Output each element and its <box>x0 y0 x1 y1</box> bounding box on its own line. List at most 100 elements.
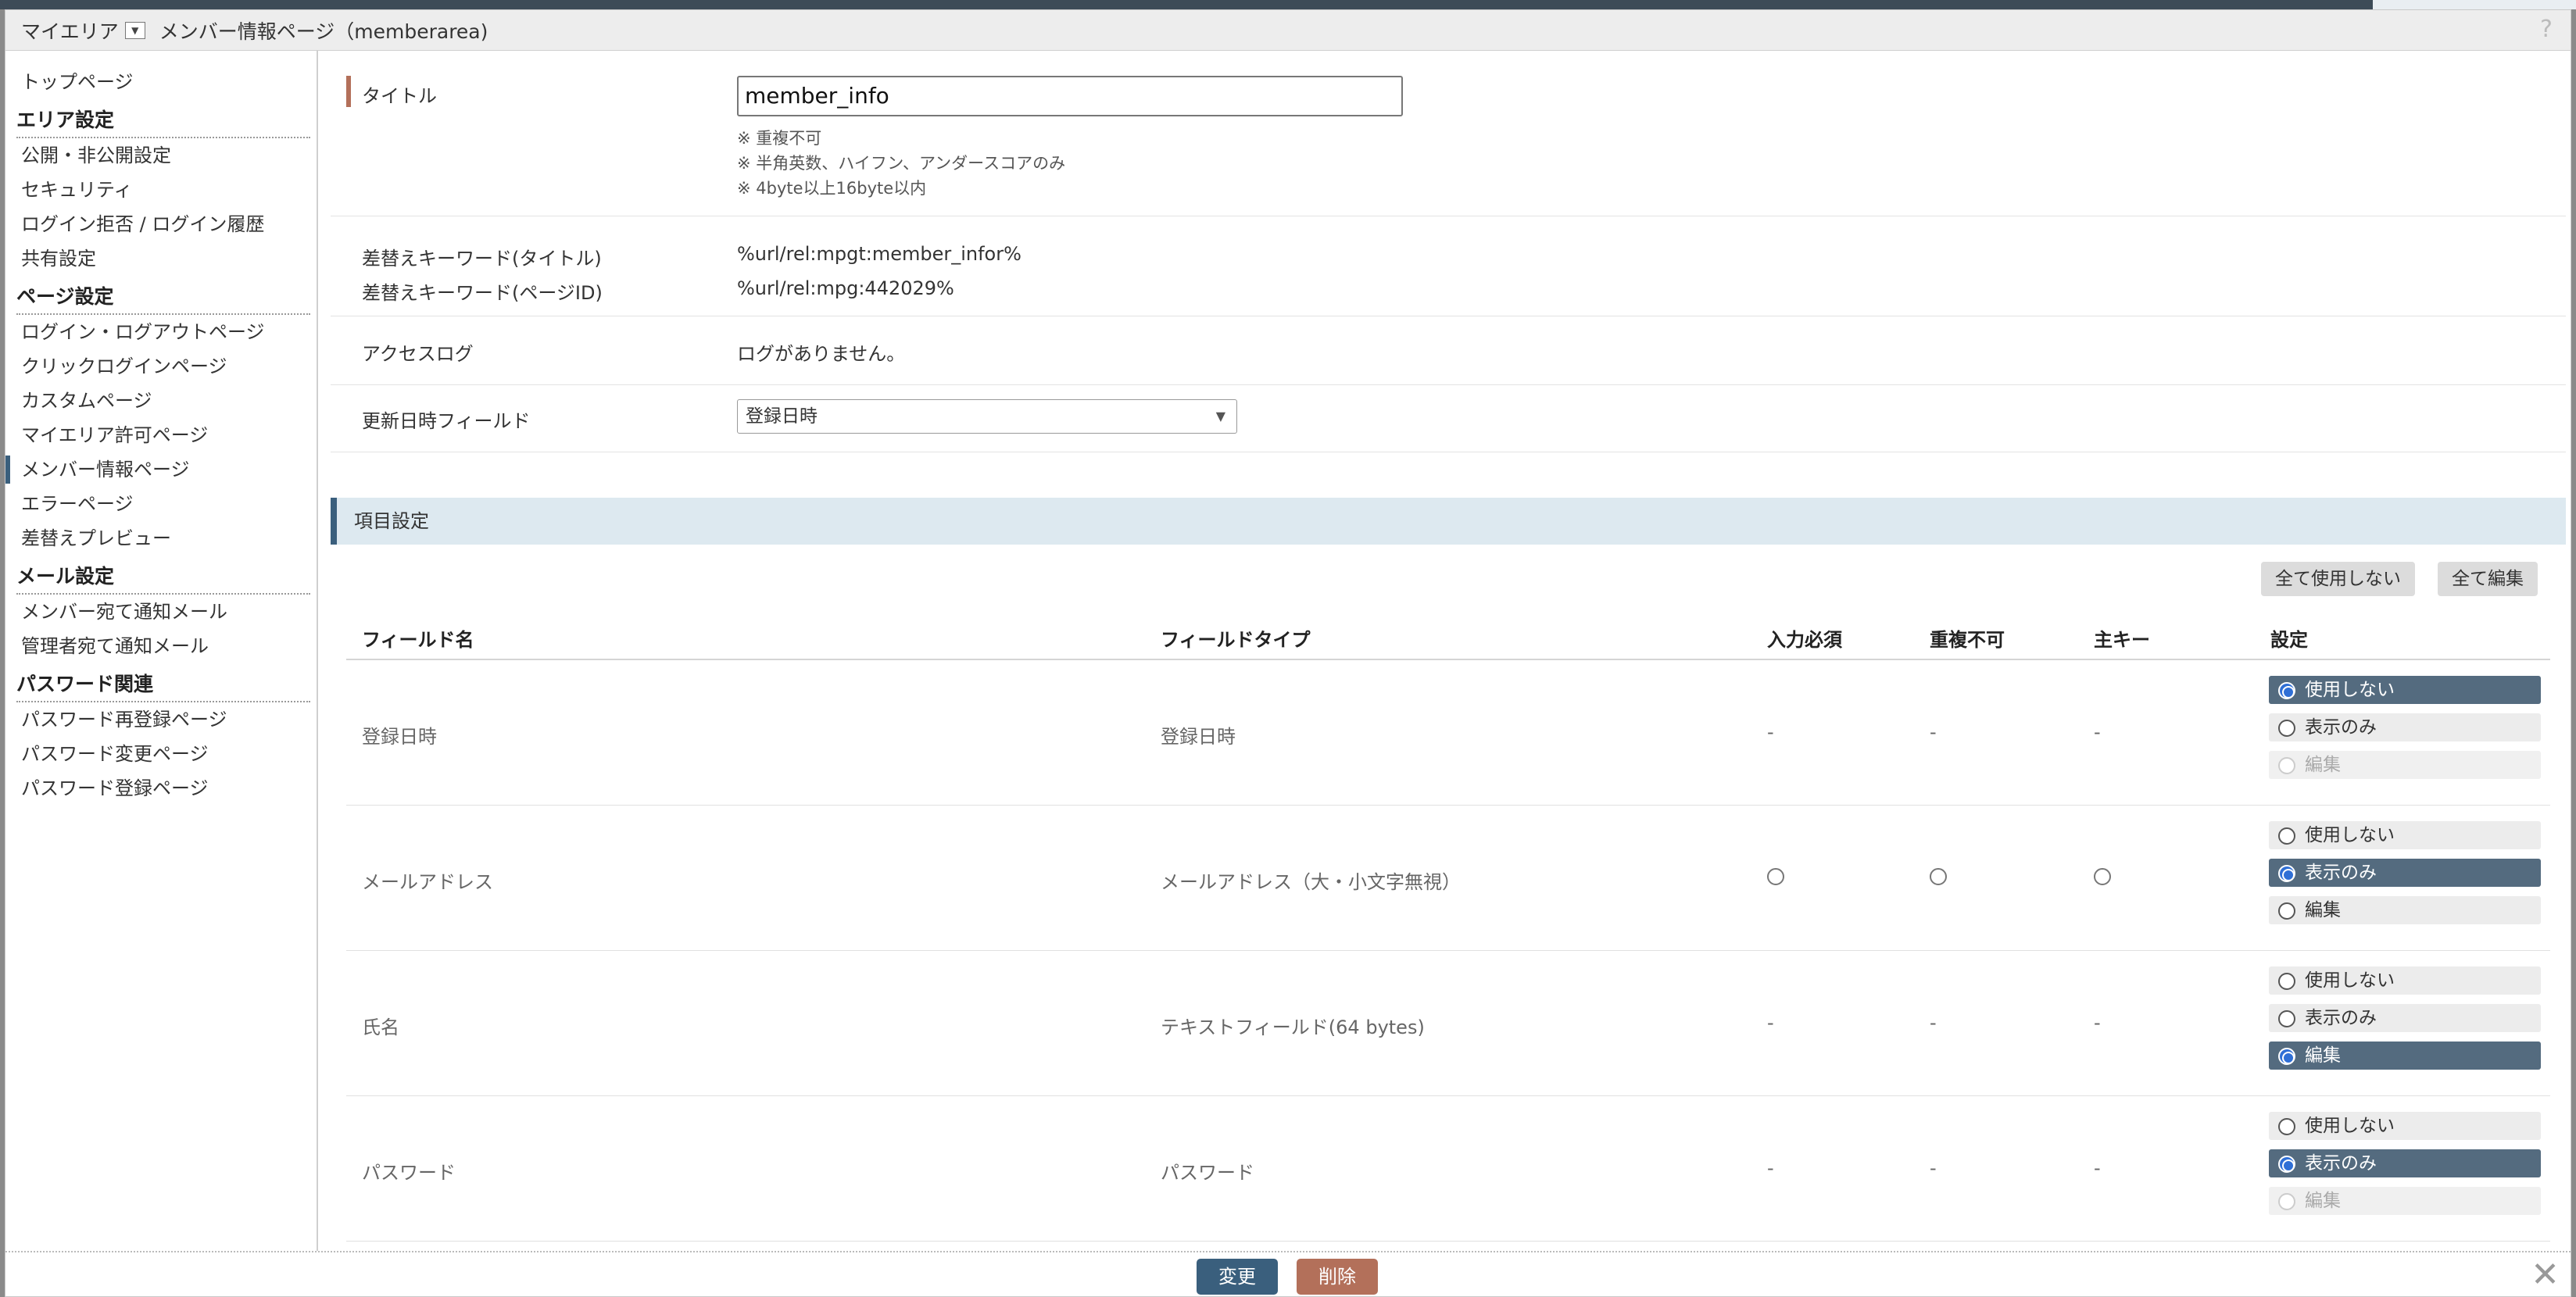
sidebar-item[interactable]: メンバー宛て通知メール <box>5 595 317 629</box>
setting-option-radio[interactable]: 使用しない <box>2269 1112 2541 1140</box>
kw-id-label: 差替えキーワード(ページID) <box>362 282 603 304</box>
items-table-header: フィールド名 フィールドタイプ 入力必須 重複不可 主キー 設定 <box>346 612 2550 660</box>
sidebar-item[interactable]: パスワード登録ページ <box>5 771 317 806</box>
access-log-label: アクセスログ <box>362 343 474 365</box>
radio-icon <box>2278 827 2295 845</box>
help-icon[interactable]: ? <box>2533 16 2560 43</box>
title-input[interactable]: member_info <box>737 76 1403 116</box>
radio-icon <box>2278 720 2295 737</box>
cell-required: - <box>1767 1012 1774 1034</box>
setting-option-radio[interactable]: 使用しない <box>2269 676 2541 704</box>
cell-unique: - <box>1930 721 1937 743</box>
sidebar-item[interactable]: クリックログインページ <box>5 349 317 384</box>
page-title: メンバー情報ページ（memberarea) <box>159 20 488 43</box>
note-line: ※ 半角英数、ハイフン、アンダースコアのみ <box>737 154 1066 173</box>
sidebar-item[interactable]: 共有設定 <box>5 241 317 276</box>
radio-icon <box>2278 1193 2295 1210</box>
kw-id-value: %url/rel:mpg:442029% <box>737 277 954 299</box>
circle-icon <box>1767 868 1784 885</box>
setting-option-radio[interactable]: 表示のみ <box>2269 1149 2541 1177</box>
sidebar-section-title: エリア設定 <box>16 102 310 138</box>
setting-option-radio[interactable]: 表示のみ <box>2269 1004 2541 1032</box>
cell-unique: - <box>1930 1157 1937 1179</box>
cell-name: 氏名 <box>362 1017 399 1038</box>
cell-primary: - <box>2094 1157 2101 1179</box>
cell-primary: - <box>2094 721 2101 743</box>
radio-icon <box>2278 902 2295 920</box>
sidebar-item[interactable]: メンバー情報ページ <box>5 452 317 487</box>
area-dropdown-button[interactable]: ▼ <box>124 21 145 39</box>
sidebar-item[interactable]: 公開・非公開設定 <box>5 138 317 173</box>
delete-button[interactable]: 削除 <box>1297 1259 1378 1295</box>
sidebar-section-title: ページ設定 <box>16 279 310 315</box>
sidebar-item[interactable]: エラーページ <box>5 487 317 521</box>
sidebar-item[interactable]: カスタムページ <box>5 384 317 418</box>
option-label: 編集 <box>2305 1045 2341 1066</box>
kw-title-label: 差替えキーワード(タイトル) <box>362 248 602 270</box>
sidebar-item[interactable]: ログイン・ログアウトページ <box>5 315 317 349</box>
cell-unique: - <box>1930 1012 1937 1034</box>
col-setting: 設定 <box>2270 629 2308 651</box>
setting-option-radio[interactable]: 編集 <box>2269 896 2541 924</box>
sidebar-item-top[interactable]: トップページ <box>5 65 317 99</box>
cell-primary: - <box>2094 1012 2101 1034</box>
option-label: 使用しない <box>2305 680 2395 700</box>
table-row: メールアドレス メールアドレス（大・小文字無視） 使用しない 表示のみ 編集 <box>346 806 2550 951</box>
circle-mark-icon <box>1767 868 1784 890</box>
setting-option-radio[interactable]: 表示のみ <box>2269 859 2541 887</box>
sidebar-item[interactable]: マイエリア許可ページ <box>5 418 317 452</box>
cell-name: メールアドレス <box>362 871 493 893</box>
setting-option-radio[interactable]: 編集 <box>2269 1042 2541 1070</box>
cell-type: 登録日時 <box>1161 726 1236 748</box>
radio-icon <box>2278 1048 2295 1065</box>
setting-option-radio[interactable]: 表示のみ <box>2269 713 2541 741</box>
title-label: タイトル <box>362 85 437 107</box>
update-field-row: 更新日時フィールド 登録日時 ▼ <box>331 385 2566 452</box>
option-label: 編集 <box>2305 900 2341 920</box>
radio-icon <box>2278 1118 2295 1135</box>
all-edit-button[interactable]: 全て編集 <box>2438 562 2538 596</box>
cell-type: パスワード <box>1161 1162 1254 1184</box>
col-primary: 主キー <box>2094 629 2150 651</box>
note-line: ※ 重複不可 <box>737 129 822 148</box>
col-unique: 重複不可 <box>1930 629 2005 651</box>
update-field-value: 登録日時 <box>746 406 818 427</box>
chevron-down-icon: ▼ <box>131 24 139 36</box>
dialog-header: マイエリア ▼ メンバー情報ページ（memberarea) ? <box>5 10 2571 51</box>
cell-required: - <box>1767 721 1774 743</box>
sidebar-item[interactable]: 管理者宛て通知メール <box>5 629 317 663</box>
cell-name: パスワード <box>362 1162 456 1184</box>
radio-icon <box>2278 973 2295 990</box>
setting-option-radio[interactable]: 使用しない <box>2269 821 2541 849</box>
option-label: 表示のみ <box>2305 863 2377 883</box>
setting-option-radio[interactable]: 使用しない <box>2269 966 2541 995</box>
sidebar-item[interactable]: ログイン拒否 / ログイン履歴 <box>5 207 317 241</box>
change-button[interactable]: 変更 <box>1197 1259 1278 1295</box>
col-required: 入力必須 <box>1767 629 1842 651</box>
circle-mark-icon <box>2094 868 2111 890</box>
circle-icon <box>1930 868 1947 885</box>
radio-icon <box>2278 757 2295 774</box>
sidebar-item[interactable]: パスワード変更ページ <box>5 737 317 771</box>
keyword-row: 差替えキーワード(タイトル) %url/rel:mpgt:member_info… <box>331 216 2566 316</box>
option-label: 表示のみ <box>2305 1153 2377 1174</box>
option-label: 使用しない <box>2305 970 2395 991</box>
area-label: マイエリア <box>21 20 119 43</box>
background-app-strip <box>0 0 2576 9</box>
main-content: タイトル member_info ※ 重複不可 ※ 半角英数、ハイフン、アンダー… <box>331 51 2566 1252</box>
sidebar-item[interactable]: 差替えプレビュー <box>5 521 317 556</box>
update-field-select[interactable]: 登録日時 ▼ <box>737 399 1237 434</box>
background-app-right <box>2373 0 2576 9</box>
cell-name: 登録日時 <box>362 726 437 748</box>
sidebar-item[interactable]: セキュリティ <box>5 173 317 207</box>
close-icon[interactable]: ✕ <box>2531 1256 2560 1295</box>
col-field-name: フィールド名 <box>362 629 474 651</box>
kw-title-value: %url/rel:mpgt:member_infor% <box>737 243 1021 265</box>
circle-mark-icon <box>1930 868 1947 890</box>
access-log-value: ログがありません。 <box>737 343 906 365</box>
option-label: 編集 <box>2305 755 2341 775</box>
sidebar-item[interactable]: パスワード再登録ページ <box>5 702 317 737</box>
table-row: パスワード パスワード - - - 使用しない 表示のみ 編集 <box>346 1096 2550 1242</box>
all-unused-button[interactable]: 全て使用しない <box>2261 562 2415 596</box>
radio-icon <box>2278 682 2295 699</box>
